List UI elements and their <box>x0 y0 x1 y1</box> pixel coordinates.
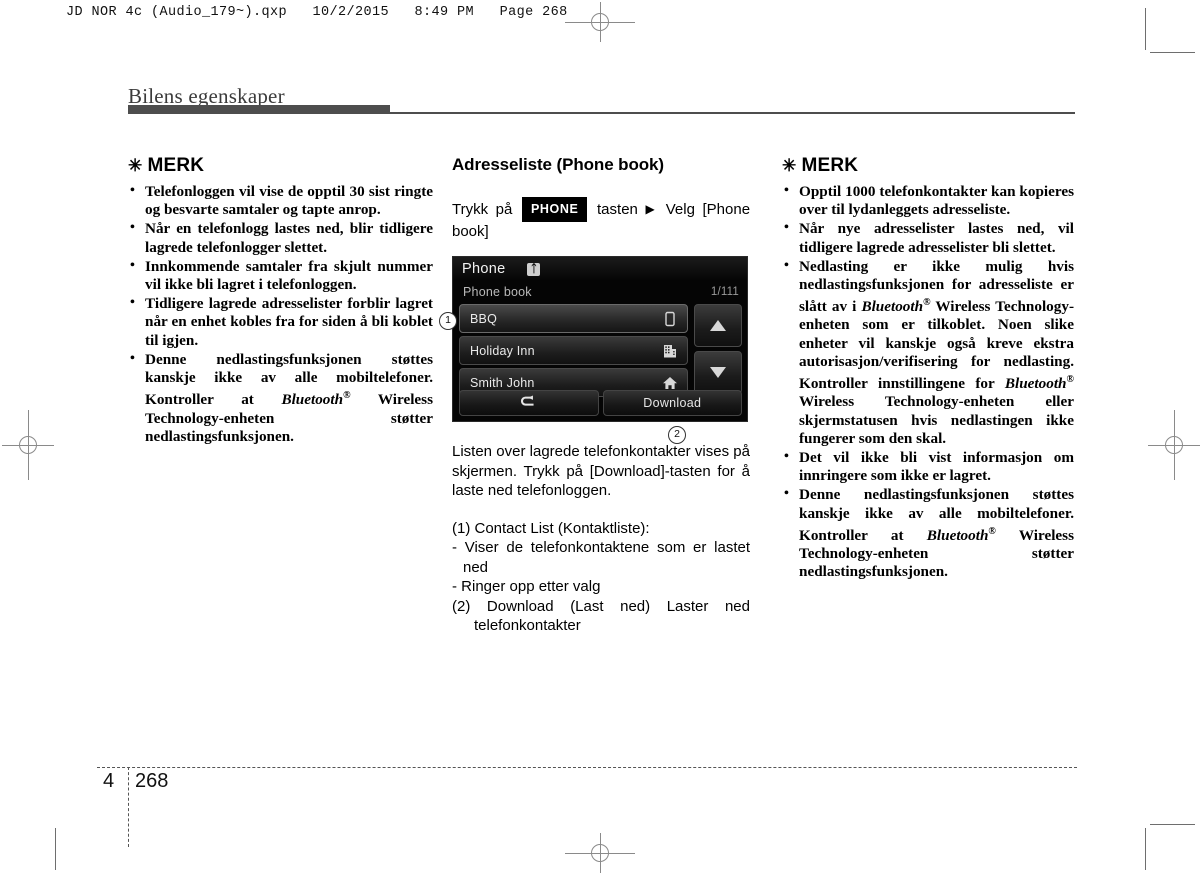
registered-mark: ® <box>923 297 931 309</box>
list-item: Telefonloggen vil vise de opptil 30 sist… <box>128 182 433 219</box>
mobile-phone-icon <box>662 311 678 327</box>
page-number: 268 <box>135 770 169 792</box>
asterisk-icon: ✳ <box>782 156 797 175</box>
header-rule <box>390 112 1075 114</box>
screen-title: Phone <box>462 261 506 277</box>
list-item: Tidligere lagrede adresselister forblir … <box>128 294 433 350</box>
description-paragraph: Listen over lagrede telefonkontakter vis… <box>452 443 750 499</box>
left-note-list: Telefonloggen vil vise de opptil 30 sist… <box>128 182 433 446</box>
list-item: Når nye adresselister lastes ned, vil ti… <box>782 219 1074 256</box>
contact-list: BBQ Holiday Inn Smith John <box>459 304 688 400</box>
bluetooth-wordmark: Bluetooth <box>281 391 344 409</box>
scroll-up-button[interactable] <box>694 304 742 347</box>
list-item: Innkommende samtaler fra skjult nummer v… <box>128 257 433 294</box>
back-arrow-icon <box>518 395 540 412</box>
middle-column: Adresseliste (Phone book) Trykk på PHONE… <box>439 155 750 636</box>
legend-line: - Viser de telefonkontaktene som er last… <box>452 539 750 576</box>
crop-mark-top-right-horizontal <box>1150 52 1195 53</box>
bluetooth-wordmark: Bluetooth <box>1004 375 1067 393</box>
legend-line: (1) Contact List (Kontaktliste): <box>452 519 650 537</box>
left-note-heading: ✳ MERK <box>128 155 433 177</box>
list-item: Nedlasting er ikke mulig hvis nedlasting… <box>782 257 1074 448</box>
head-unit-screen: Phone ᛏ Phone book 1/111 BBQ Holiday Inn <box>452 256 748 422</box>
office-building-icon <box>662 343 678 359</box>
registration-mark-right <box>1148 410 1200 480</box>
left-note-title: MERK <box>147 155 205 176</box>
header-accent-bar <box>128 105 390 114</box>
list-item: Denne nedlastingsfunksjonen støttes kans… <box>782 485 1074 581</box>
legend-line: (2) Download (Last ned) Laster ned telef… <box>452 597 750 635</box>
instruction-mid: tasten <box>597 201 638 218</box>
legend-line: - Ringer opp etter valg <box>452 578 601 595</box>
phone-key-chip: PHONE <box>521 197 588 222</box>
text-part: Wireless Technology-enheten eller skjerm… <box>799 393 1074 447</box>
screen-sub-bar: Phone book 1/111 <box>453 281 747 302</box>
crop-mark-bottom-right-horizontal <box>1150 824 1195 825</box>
list-item: Denne nedlastingsfunksjonen støttes kans… <box>128 350 433 446</box>
home-icon <box>662 375 678 391</box>
list-item[interactable]: BBQ <box>459 304 688 333</box>
bluetooth-icon: ᛏ <box>527 262 541 276</box>
footer-divider <box>128 767 129 847</box>
print-slug: JD NOR 4c (Audio_179~).qxp 10/2/2015 8:4… <box>66 5 568 20</box>
contact-name: Smith John <box>470 375 535 390</box>
key-path-instruction: Trykk på PHONE tasten ▶ Velg [Phone book… <box>452 197 750 242</box>
right-note-heading: ✳ MERK <box>782 155 1074 177</box>
registration-mark-bottom <box>565 833 635 873</box>
registration-mark-top <box>565 2 635 42</box>
registered-mark: ® <box>988 525 996 537</box>
right-note-title: MERK <box>801 155 859 176</box>
scroll-down-icon <box>710 367 726 378</box>
crop-mark-bottom-left-vertical <box>55 828 56 870</box>
page-counter: 1/111 <box>710 285 739 298</box>
download-button[interactable]: Download <box>602 390 742 416</box>
instruction-prefix: Trykk på <box>452 201 513 218</box>
right-column: ✳MERK Opptil 1000 telefonkontakter kan k… <box>782 155 1074 582</box>
crop-mark-top-right-vertical <box>1145 8 1146 50</box>
contact-name: Holiday Inn <box>470 343 535 358</box>
scrollbar[interactable] <box>694 304 742 398</box>
list-item[interactable]: Holiday Inn <box>459 336 688 365</box>
list-item: Det vil ikke bli vist informasjon om inn… <box>782 448 1074 485</box>
contact-name: BBQ <box>470 311 497 326</box>
asterisk-icon: ✳ <box>128 156 143 175</box>
back-button[interactable] <box>459 390 599 416</box>
list-item: Opptil 1000 telefonkontakter kan kopiere… <box>782 182 1074 219</box>
bluetooth-wordmark: Bluetooth <box>926 526 989 544</box>
bluetooth-wordmark: Bluetooth <box>861 298 924 316</box>
registration-mark-left <box>2 410 54 480</box>
registered-mark: ® <box>1066 374 1074 386</box>
right-note-list: Opptil 1000 telefonkontakter kan kopiere… <box>782 182 1074 581</box>
phone-book-screen-figure: Phone ᛏ Phone book 1/111 BBQ Holiday Inn <box>439 256 750 444</box>
screen-button-bar: Download <box>459 390 742 416</box>
screen-subtitle: Phone book <box>463 284 532 299</box>
scroll-down-button[interactable] <box>694 351 742 394</box>
left-column: ✳MERK Telefonloggen vil vise de opptil 3… <box>128 155 433 447</box>
callout-marker-2: 2 <box>668 426 686 444</box>
chapter-number: 4 <box>103 770 115 792</box>
callout-marker-1: 1 <box>439 312 457 330</box>
crop-mark-bottom-right-vertical <box>1145 828 1146 870</box>
footer-rule <box>97 767 1077 768</box>
page-title: Adresseliste (Phone book) <box>452 155 664 174</box>
registered-mark: ® <box>343 390 351 402</box>
list-item: Når en telefonlogg lastes ned, blir tidl… <box>128 219 433 256</box>
screen-title-bar: Phone ᛏ <box>453 257 747 281</box>
scroll-up-icon <box>710 320 726 331</box>
arrow-right-icon: ▶ <box>645 202 659 216</box>
